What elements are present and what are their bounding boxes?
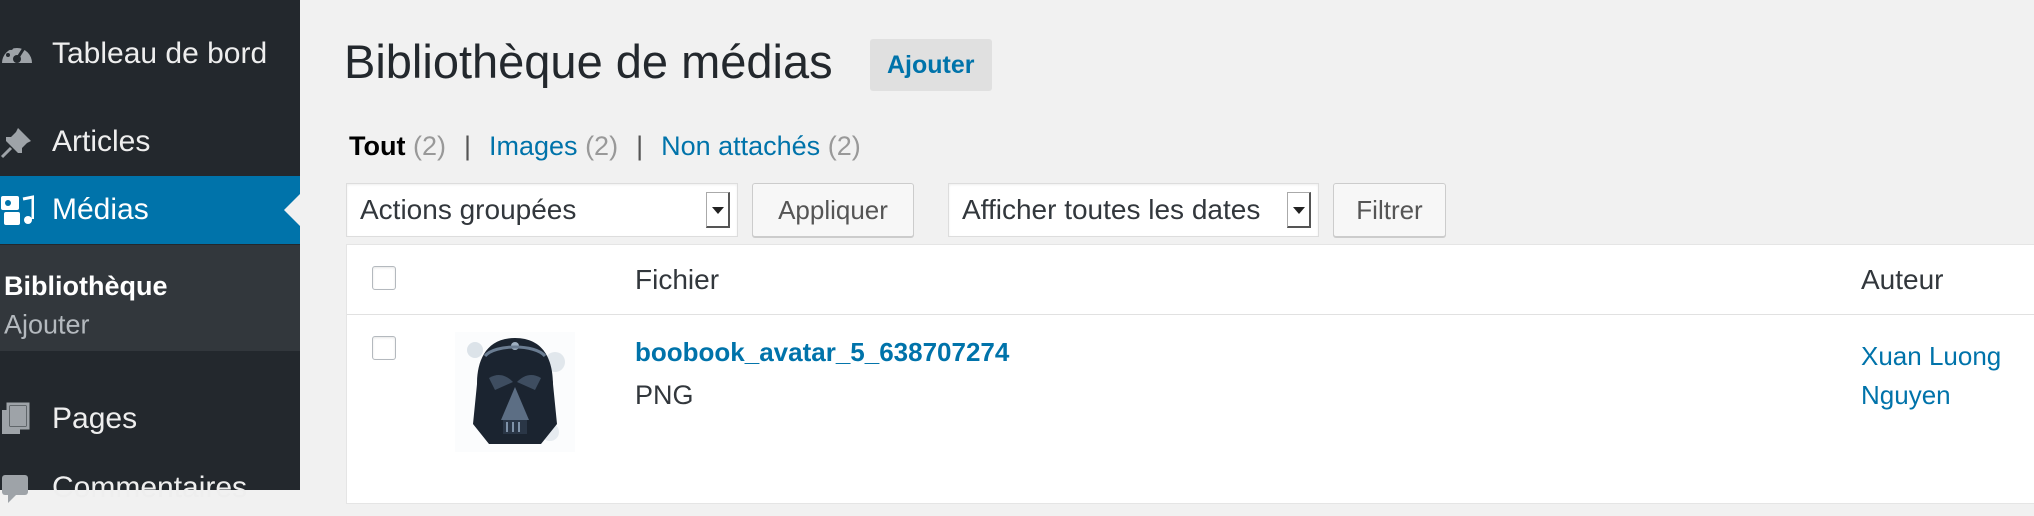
filter-all-count: (2) (412, 131, 446, 161)
add-new-button[interactable]: Ajouter (870, 39, 992, 91)
select-all-checkbox[interactable] (372, 266, 396, 290)
sidebar-item-label: Pages (52, 402, 138, 435)
bulk-actions-value: Actions groupées (360, 194, 577, 225)
filter-separator: | (463, 131, 471, 161)
table-header: Fichier Auteur (347, 245, 2034, 315)
sidebar-item-label: Médias (52, 193, 149, 226)
bulk-actions-select[interactable]: Actions groupées (346, 183, 738, 237)
sidebar-item-label: Articles (52, 125, 151, 158)
submenu-item-library[interactable]: Bibliothèque (4, 271, 168, 302)
comments-icon (0, 471, 34, 505)
media-table: Fichier Auteur boobook_avatar_5_63870727… (346, 244, 2034, 504)
author-link[interactable]: Xuan Luong Nguyen (1861, 337, 2034, 415)
pages-icon (0, 402, 34, 436)
media-thumbnail[interactable] (455, 332, 575, 452)
row-checkbox[interactable] (372, 336, 396, 360)
chevron-down-icon (1287, 192, 1311, 228)
sidebar-item-comments[interactable]: Commentaires (0, 460, 300, 516)
media-submenu: Bibliothèque Ajouter (0, 245, 300, 351)
sidebar-item-dashboard[interactable]: Tableau de bord (0, 26, 300, 82)
sidebar-item-pages[interactable]: Pages (0, 391, 300, 447)
media-icon (0, 193, 35, 227)
column-header-file[interactable]: Fichier (635, 264, 719, 296)
filter-all-link[interactable]: Tout (2) (349, 131, 446, 161)
date-filter-value: Afficher toutes les dates (962, 194, 1261, 225)
sidebar-item-articles[interactable]: Articles (0, 114, 300, 170)
filter-images-link[interactable]: Images (2) (489, 131, 618, 161)
media-title-link[interactable]: boobook_avatar_5_638707274 (635, 337, 1009, 368)
media-file-type: PNG (635, 380, 694, 410)
filter-images-count: (2) (585, 131, 619, 161)
sidebar-item-label: Commentaires (52, 471, 248, 504)
sidebar-item-label: Tableau de bord (52, 37, 268, 70)
admin-sidebar: Tableau de bord Articles Médias Biblioth… (0, 0, 300, 504)
apply-button[interactable]: Appliquer (752, 183, 914, 237)
media-filter-links: Tout (2) | Images (2) | Non attachés (2) (349, 131, 861, 162)
filter-images-label: Images (489, 131, 578, 161)
filter-button[interactable]: Filtrer (1333, 183, 1446, 237)
filter-unattached-label: Non attachés (661, 131, 821, 161)
filter-unattached-count: (2) (827, 131, 861, 161)
chevron-down-icon (706, 192, 730, 228)
filter-separator: | (636, 131, 644, 161)
filter-all-label: Tout (349, 131, 406, 161)
filter-unattached-link[interactable]: Non attachés (2) (661, 131, 861, 161)
sidebar-item-medias[interactable]: Médias (0, 176, 300, 244)
submenu-item-add[interactable]: Ajouter (4, 310, 90, 341)
page-title: Bibliothèque de médias (344, 35, 833, 88)
darth-vader-helmet-thumbnail-icon (455, 332, 575, 452)
column-header-author[interactable]: Auteur (1861, 264, 1944, 296)
pin-icon (0, 125, 34, 159)
date-filter-select[interactable]: Afficher toutes les dates (948, 183, 1319, 237)
dashboard-icon (0, 37, 34, 71)
